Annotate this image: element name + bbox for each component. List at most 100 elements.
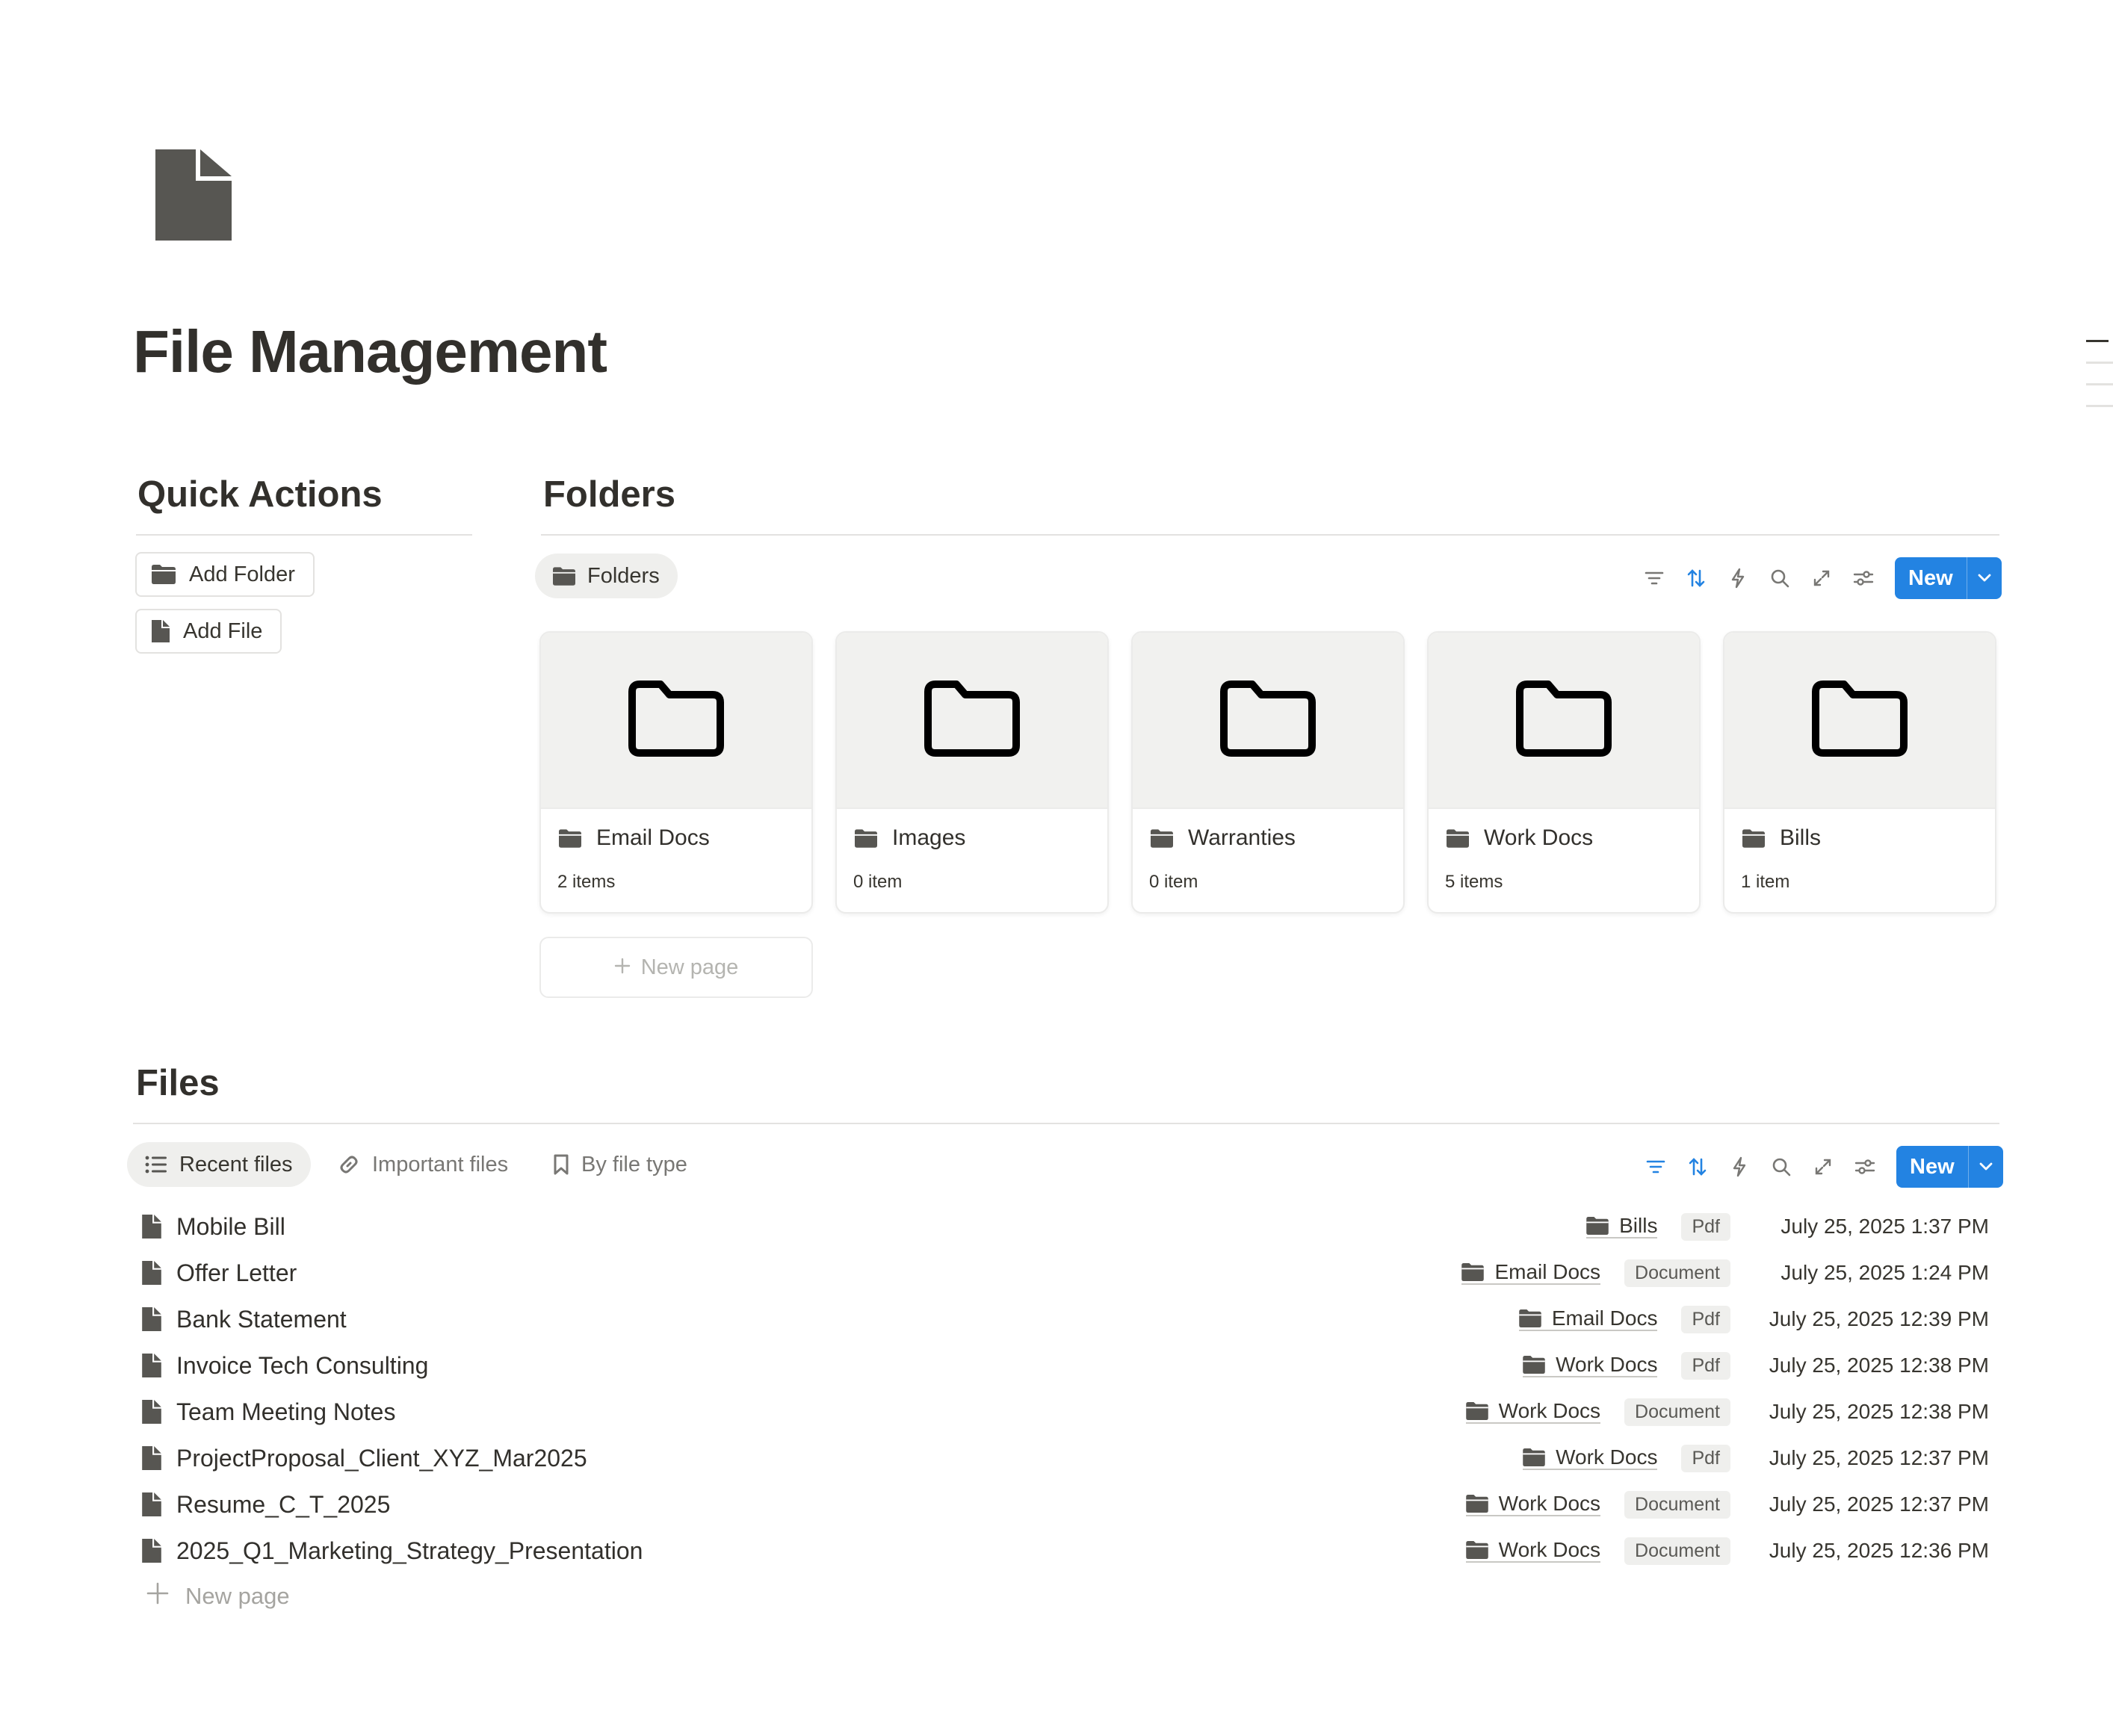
search-icon[interactable] (1759, 557, 1801, 599)
file-folder-link[interactable]: Email Docs (1518, 1306, 1658, 1331)
file-folder-link[interactable]: Work Docs (1465, 1400, 1601, 1424)
folder-card-title: Warranties (1151, 825, 1296, 851)
file-row[interactable]: 2025_Q1_Marketing_Strategy_Presentation … (142, 1528, 1989, 1574)
add-folder-label: Add Folder (189, 562, 295, 586)
search-icon[interactable] (1760, 1146, 1802, 1188)
files-heading: Files (136, 1063, 220, 1103)
folder-card-cover (541, 633, 811, 809)
folder-name: Images (892, 825, 966, 850)
folders-new-button[interactable]: New (1895, 557, 2002, 599)
chevron-down-icon[interactable] (1966, 557, 2002, 599)
new-folder-page-button[interactable]: New page (539, 937, 813, 998)
file-name-text: Offer Letter (176, 1259, 297, 1286)
file-name[interactable]: 2025_Q1_Marketing_Strategy_Presentation (142, 1537, 643, 1565)
folder-name: Warranties (1188, 825, 1296, 850)
page: File Management Quick Actions Add Folder… (0, 0, 2113, 1736)
folder-outline-icon (1219, 680, 1317, 761)
file-name[interactable]: Team Meeting Notes (142, 1398, 395, 1426)
sort-icon[interactable] (1677, 1146, 1718, 1188)
folder-card[interactable]: Work Docs 5 items (1427, 631, 1701, 914)
file-row[interactable]: Team Meeting Notes Work Docs Document Ju… (142, 1389, 1989, 1435)
expand-icon[interactable] (1801, 557, 1843, 599)
file-row[interactable]: Offer Letter Email Docs Document July 25… (142, 1250, 1989, 1296)
files-new-button[interactable]: New (1896, 1146, 2003, 1188)
quick-actions-divider (136, 534, 472, 536)
file-date: July 25, 2025 1:37 PM (1781, 1215, 1989, 1238)
automation-icon[interactable] (1718, 1146, 1760, 1188)
chevron-down-icon[interactable] (1967, 1146, 2003, 1188)
file-row[interactable]: Bank Statement Email Docs Pdf July 25, 2… (142, 1296, 1989, 1342)
file-name[interactable]: Resume_C_T_2025 (142, 1491, 390, 1519)
file-name[interactable]: Bank Statement (142, 1306, 347, 1333)
new-page-label: New page (185, 1583, 290, 1609)
add-folder-button[interactable]: Add Folder (135, 552, 315, 597)
file-type-badge: Pdf (1681, 1212, 1730, 1241)
folder-card[interactable]: Email Docs 2 items (539, 631, 813, 914)
file-name[interactable]: ProjectProposal_Client_XYZ_Mar2025 (142, 1445, 587, 1472)
tab-important-files[interactable]: Important files (320, 1142, 526, 1187)
file-folder-link[interactable]: Work Docs (1465, 1492, 1601, 1516)
folder-icon (855, 828, 877, 848)
folders-heading: Folders (543, 474, 675, 515)
file-row[interactable]: Invoice Tech Consulting Work Docs Pdf Ju… (142, 1342, 1989, 1389)
file-date: July 25, 2025 12:38 PM (1769, 1400, 1989, 1423)
folder-outline-icon (628, 680, 725, 761)
folder-card-title: Bills (1742, 825, 1821, 851)
filter-icon[interactable] (1633, 557, 1675, 599)
files-toolbar: New (1635, 1146, 2003, 1188)
folder-item-count: 0 item (853, 872, 903, 892)
folder-card-cover (1133, 633, 1403, 809)
folder-icon (559, 828, 581, 848)
file-folder-link[interactable]: Work Docs (1465, 1538, 1601, 1563)
list-icon (145, 1156, 167, 1174)
file-folder-link[interactable]: Work Docs (1523, 1353, 1658, 1377)
folder-card[interactable]: Warranties 0 item (1131, 631, 1405, 914)
add-file-button[interactable]: Add File (135, 609, 282, 654)
file-meta: Work Docs Pdf July 25, 2025 12:38 PM (1523, 1342, 1989, 1389)
file-row[interactable]: Mobile Bill Bills Pdf July 25, 2025 1:37… (142, 1203, 1989, 1250)
file-folder-link[interactable]: Email Docs (1461, 1261, 1601, 1285)
file-name[interactable]: Mobile Bill (142, 1213, 285, 1241)
file-folder-name: Work Docs (1498, 1538, 1601, 1561)
folder-item-count: 1 item (1741, 872, 1790, 892)
settings-icon[interactable] (1843, 557, 1884, 599)
filter-icon[interactable] (1635, 1146, 1677, 1188)
folder-item-count: 0 item (1149, 872, 1198, 892)
tab-folders[interactable]: Folders (535, 554, 678, 598)
file-row[interactable]: Resume_C_T_2025 Work Docs Document July … (142, 1481, 1989, 1528)
file-type-badge: Document (1624, 1490, 1730, 1519)
folder-outline-icon (924, 680, 1021, 761)
sort-icon[interactable] (1675, 557, 1717, 599)
file-folder-link[interactable]: Bills (1586, 1215, 1658, 1239)
file-type-badge: Pdf (1681, 1351, 1730, 1380)
file-row[interactable]: ProjectProposal_Client_XYZ_Mar2025 Work … (142, 1435, 1989, 1481)
page-title[interactable]: File Management (133, 317, 607, 386)
add-file-label: Add File (183, 619, 263, 643)
folder-card[interactable]: Images 0 item (835, 631, 1109, 914)
link-icon (338, 1153, 360, 1176)
new-page-label: New page (640, 955, 739, 979)
folder-icon (1465, 1495, 1488, 1513)
settings-icon[interactable] (1844, 1146, 1886, 1188)
folder-icon (152, 565, 176, 584)
new-file-page-button[interactable]: New page (146, 1582, 290, 1611)
folder-icon (1586, 1217, 1609, 1235)
folder-icon (553, 566, 575, 586)
file-name-text: Mobile Bill (176, 1212, 285, 1240)
document-icon[interactable] (155, 149, 232, 241)
file-folder-name: Email Docs (1551, 1306, 1658, 1330)
automation-icon[interactable] (1717, 557, 1759, 599)
expand-icon[interactable] (1802, 1146, 1844, 1188)
file-meta: Email Docs Pdf July 25, 2025 12:39 PM (1518, 1296, 1989, 1342)
file-folder-name: Work Docs (1556, 1353, 1658, 1376)
plus-icon (146, 1582, 169, 1611)
file-folder-link[interactable]: Work Docs (1523, 1446, 1658, 1470)
file-name[interactable]: Invoice Tech Consulting (142, 1352, 428, 1380)
tab-recent-files[interactable]: Recent files (127, 1142, 311, 1187)
folder-card[interactable]: Bills 1 item (1723, 631, 1996, 914)
folder-card-title: Email Docs (559, 825, 710, 851)
file-name[interactable]: Offer Letter (142, 1259, 297, 1287)
table-of-contents-indicator[interactable] (2086, 340, 2113, 427)
tab-by-file-type[interactable]: By file type (535, 1142, 705, 1187)
folder-icon (1742, 828, 1765, 848)
